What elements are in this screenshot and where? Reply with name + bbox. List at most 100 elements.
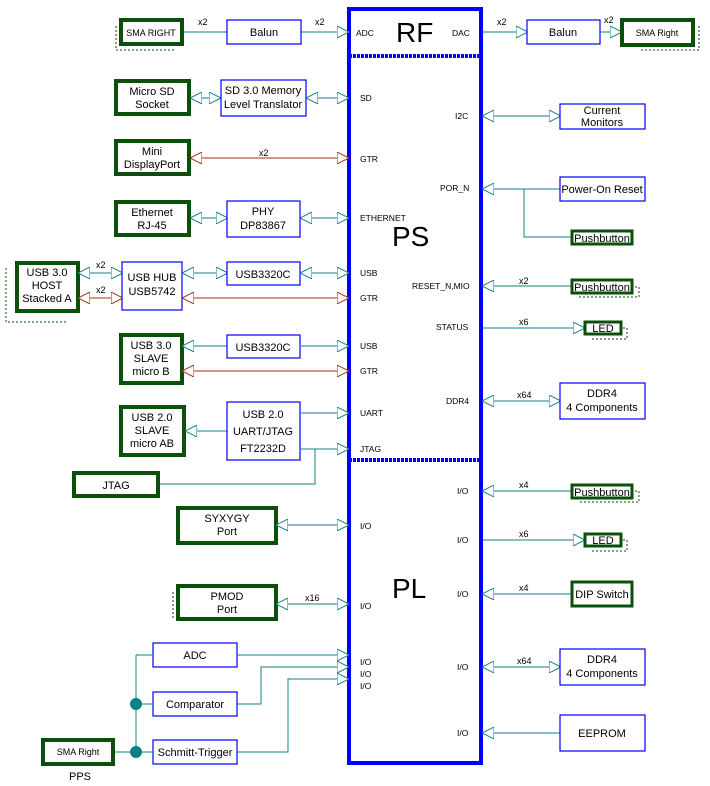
pin-gtr-dp: GTR	[360, 154, 378, 164]
usb-slave-label-1: USB 3.0	[131, 340, 172, 352]
dip-switch: DIP Switch	[570, 580, 634, 608]
rf-section-label: RF	[396, 17, 433, 48]
pushbutton-por-label: Pushbutton	[574, 233, 630, 245]
usb3320c-host-label: USB3320C	[235, 269, 290, 281]
led-status-label: LED	[592, 323, 613, 335]
pin-adc: ADC	[356, 28, 374, 38]
phy-dp83867: PHY DP83867	[226, 200, 301, 238]
sma-right-pps-label: SMA Right	[57, 747, 100, 757]
bus-width-label: x6	[519, 529, 529, 539]
usb3320c-host: USB3320C	[226, 261, 301, 286]
current-monitors-label-1: Current	[584, 105, 621, 117]
ddr4-ps-label-2: 4 Components	[566, 402, 638, 414]
jtag-header: JTAG	[72, 471, 160, 498]
pushbutton-reset: Pushbutton	[570, 278, 640, 298]
syzygy-label-2: Port	[217, 526, 237, 538]
pin-io-adc: I/O	[360, 657, 372, 667]
usb-slave-label-3: micro B	[132, 366, 169, 378]
bus-width-label: x2	[497, 17, 507, 27]
usb-host-label-2: HOST	[32, 280, 63, 292]
bus-width-label: x2	[259, 148, 269, 158]
ft-label-1: USB 2.0	[243, 409, 284, 421]
schmitt-label: Schmitt-Trigger	[158, 747, 233, 759]
usb-hub-label-2: USB5742	[128, 286, 175, 298]
pin-uart: UART	[360, 408, 383, 418]
pin-sd: SD	[360, 93, 372, 103]
bus-width-label: x64	[517, 390, 532, 400]
pps-label: PPS	[69, 771, 91, 783]
syzygy-port: SYXYGY Port	[176, 506, 278, 545]
usb3-host-stacked-a: USB 3.0 HOST Stacked A	[5, 261, 80, 323]
ft2232d-block: USB 2.0 UART/JTAG FT2232D	[226, 401, 301, 461]
chip-outline	[347, 7, 483, 765]
usb-slave-label-2: SLAVE	[134, 353, 169, 365]
ddr4-ps-label-1: DDR4	[587, 388, 617, 400]
usb3-slave-micro-b: USB 3.0 SLAVE micro B	[119, 333, 184, 385]
ethernet-rj45: Ethernet RJ-45	[114, 200, 191, 237]
pin-io-syzygy: I/O	[360, 521, 372, 531]
bus-width-label: x2	[96, 260, 106, 270]
usb-host-label-3: Stacked A	[22, 293, 72, 305]
pin-ddr4: DDR4	[446, 396, 469, 406]
sd-translator-label-1: SD 3.0 Memory	[225, 85, 302, 97]
junction-dot	[130, 746, 142, 758]
pin-por-n: POR_N	[440, 183, 469, 193]
sma-right-adc-label: SMA RIGHT	[126, 28, 176, 38]
usb-hub-label-1: USB HUB	[128, 272, 177, 284]
usb-host-label-1: USB 3.0	[27, 267, 68, 279]
phy-label-1: PHY	[252, 206, 275, 218]
balun-right-block: Balun	[526, 19, 601, 45]
pin-io-ddr4: I/O	[457, 662, 469, 672]
bus-width-label: x2	[604, 15, 614, 25]
sma-right-dac-label: SMA Right	[636, 28, 679, 38]
sma-right-pps-connector: SMA Right	[41, 738, 115, 766]
pin-io-eeprom: I/O	[457, 728, 469, 738]
current-monitors-label-2: Monitors	[581, 117, 624, 129]
comparator-block: Comparator	[152, 691, 238, 717]
pin-io-pushbutton: I/O	[457, 486, 469, 496]
eeprom-block: EEPROM	[559, 714, 646, 752]
sma-right-adc-connector: SMA RIGHT	[115, 18, 184, 51]
mini-dp-label-1: Mini	[142, 146, 162, 158]
usb2-slave-label-1: USB 2.0	[132, 412, 173, 424]
pmod-label-2: Port	[217, 604, 237, 616]
pin-io-led: I/O	[457, 535, 469, 545]
bus-width-label: x6	[519, 317, 529, 327]
ethernet-label-1: Ethernet	[131, 207, 173, 219]
bus-width-label: x2	[315, 17, 325, 27]
pushbutton-pl-label: Pushbutton	[574, 487, 630, 499]
pin-dac: DAC	[452, 28, 470, 38]
ethernet-label-2: RJ-45	[137, 220, 166, 232]
current-monitors: Current Monitors	[559, 103, 646, 130]
pin-status: STATUS	[436, 322, 469, 332]
bus-width-label: x16	[305, 593, 320, 603]
sd-translator-label-2: Level Translator	[224, 99, 303, 111]
usb2-slave-label-2: SLAVE	[135, 425, 170, 437]
ddr4-pl-memory: DDR4 4 Components	[559, 648, 646, 686]
bus-width-label: x2	[519, 276, 529, 286]
pin-jtag: JTAG	[360, 444, 381, 454]
por-label: Power-On Reset	[561, 184, 642, 196]
ddr4-pl-label-2: 4 Components	[566, 668, 638, 680]
ft-label-3: FT2232D	[240, 443, 286, 455]
sd-level-translator: SD 3.0 Memory Level Translator	[220, 79, 307, 117]
pin-ethernet: ETHERNET	[360, 213, 406, 223]
ddr4-pl-label-1: DDR4	[587, 654, 617, 666]
pmod-port: PMOD Port	[172, 584, 278, 621]
soc-chip: RF PS PL ADC DAC SD GTR ETHERNET USB GTR…	[347, 7, 483, 765]
pin-gtr-slave: GTR	[360, 366, 378, 376]
usb2-slave-micro-ab: USB 2.0 SLAVE micro AB	[119, 405, 186, 457]
pin-reset-mio: RESET_N,MIO	[412, 281, 470, 291]
balun-right-label: Balun	[549, 27, 577, 39]
pin-io-pmod: I/O	[360, 601, 372, 611]
adc-block: ADC	[152, 642, 238, 668]
bus-width-label: x2	[96, 285, 106, 295]
pin-i2c: I2C	[455, 111, 468, 121]
pin-gtr-host: GTR	[360, 293, 378, 303]
eeprom-label: EEPROM	[578, 728, 626, 740]
led-pl: LED	[583, 532, 628, 552]
pmod-label-1: PMOD	[211, 591, 244, 603]
junction-dot	[130, 698, 142, 710]
pushbutton-por: Pushbutton	[570, 229, 634, 246]
balun-left-label: Balun	[250, 27, 278, 39]
